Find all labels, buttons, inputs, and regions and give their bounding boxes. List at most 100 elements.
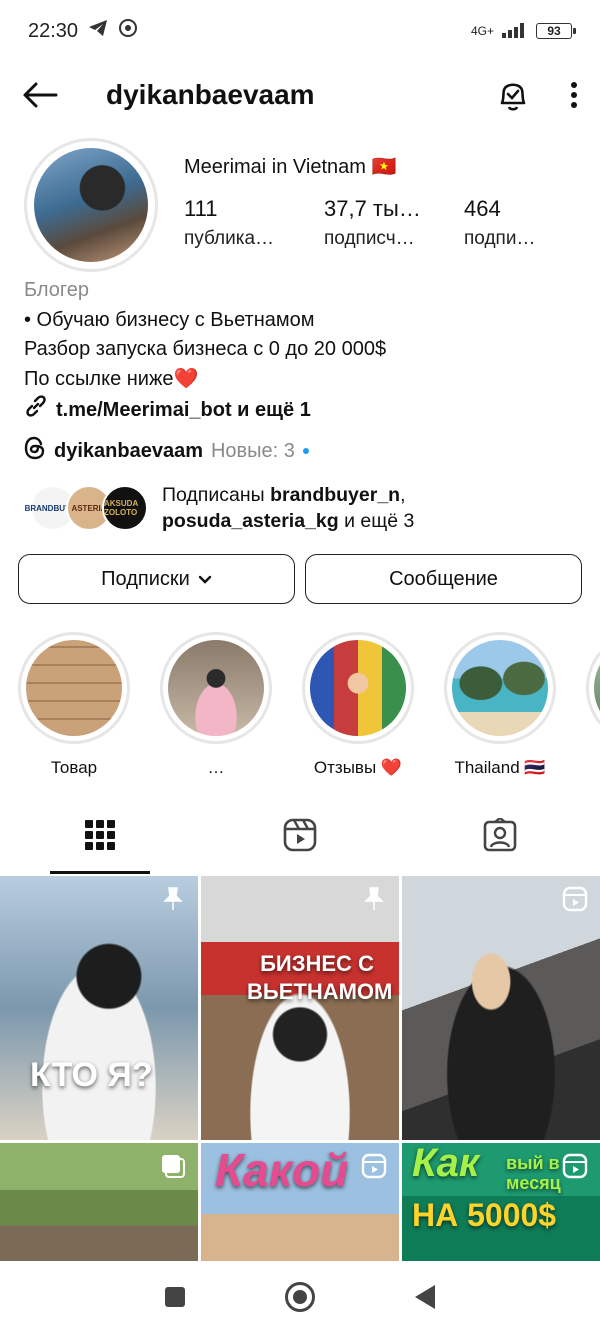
stat-following[interactable]: 464 подпи… [464,196,564,250]
highlight-item[interactable]: Товар [18,632,130,782]
carousel-icon [160,1153,186,1179]
profile-tabs [0,800,600,874]
home-icon[interactable] [285,1282,315,1312]
tab-tagged[interactable] [400,800,600,874]
reels-icon [283,818,317,857]
stat-followers-label: подписч… [324,228,415,249]
notification-app-icon [118,18,138,44]
message-button-label: Сообщение [389,567,498,590]
pin-icon [361,886,387,912]
post-thumbnail[interactable]: Какой [201,1143,399,1261]
post-caption: Какой [215,1144,349,1196]
status-bar: 22:30 4G+ 93 [0,0,600,62]
post-caption: Как [412,1143,480,1185]
stat-followers-value: 37,7 ты… [324,196,421,221]
threads-badge[interactable]: dyikanbaevaam Новые: 3 [24,436,309,466]
bio-line: • Обучаю бизнесу с Вьетнамом [24,308,315,331]
highlight-cover [310,640,406,736]
tab-reels[interactable] [200,800,400,874]
highlight-item[interactable]: Отзывы ❤️ [302,632,414,782]
followed-suffix: и ещё 3 [338,510,415,532]
post-caption: КТО Я? [30,1056,153,1094]
chevron-down-icon [198,568,212,591]
mini-avatar: AKSUDA ZOLOTO [102,485,148,531]
followed-name-1: brandbuyer_n [270,484,401,506]
highlight-item[interactable]: Сю [586,632,600,782]
highlight-cover [26,640,122,736]
reel-icon [562,1153,588,1179]
back-triangle-icon[interactable] [415,1285,435,1309]
bio-line: По ссылке ниже❤️ [24,367,199,390]
followed-prefix: Подписаны [162,484,271,506]
highlight-label: Thailand 🇹🇭 [454,758,546,777]
followed-sep: , [400,484,406,506]
bio-category: Блогер [24,279,90,301]
notification-bell-icon[interactable] [496,77,530,113]
highlight-cover [168,640,264,736]
followed-name-2: posuda_asteria_kg [162,510,339,532]
back-arrow-icon[interactable] [22,81,58,109]
tab-posts-grid[interactable] [0,800,200,874]
post-thumbnail[interactable]: КТО Я? [0,876,198,1140]
battery-icon: 93 [536,23,576,39]
highlight-label: Отзывы ❤️ [313,758,403,777]
telegram-icon [88,19,108,43]
stat-following-value: 464 [464,196,501,221]
stat-following-label: подпи… [464,228,536,249]
highlight-item[interactable]: Thailand 🇹🇭 [444,632,556,782]
highlight-ring [160,632,272,744]
pin-icon [160,886,186,912]
followed-by-text: Подписаны brandbuyer_n, posuda_asteria_k… [162,482,414,534]
grid-icon [85,819,115,855]
signal-icon [502,22,528,41]
bio-link[interactable]: t.me/Meerimai_bot и ещё 1 [24,394,584,428]
status-time: 22:30 [28,19,79,42]
bio-link-text: t.me/Meerimai_bot и ещё 1 [56,399,311,421]
post-thumbnail[interactable]: Как вый в месяц НА 5000$ [402,1143,600,1261]
profile-avatar[interactable] [34,148,148,262]
profile-avatar-ring[interactable] [24,138,158,272]
post-thumbnail[interactable]: БИЗНЕС С ВЬЕТНАМОМ [201,876,399,1140]
profile-top-bar: dyikanbaevaam [0,62,600,128]
recents-icon[interactable] [165,1287,185,1307]
post-thumbnail[interactable] [0,1143,198,1261]
highlight-label: Товар [50,758,98,777]
reel-icon [361,1153,387,1179]
post-thumbnail[interactable] [402,876,600,1140]
profile-display-name: Meerimai in Vietnam 🇻🇳 [184,156,397,178]
stat-posts[interactable]: 111 публика… [184,196,284,250]
profile-username-title: dyikanbaevaam [106,79,315,110]
followed-by-row[interactable]: BRANDBUYER ASTERIA AKSUDA ZOLOTO Подписа… [25,482,590,534]
message-button[interactable]: Сообщение [305,554,582,604]
profile-bio: Блогер • Обучаю бизнесу с Вьетнамом Разб… [24,276,584,428]
posts-grid: КТО Я? БИЗНЕС С ВЬЕТНАМОМ Какой Как вый … [0,876,600,1261]
tagged-person-icon [483,815,517,857]
story-highlights: Товар … Отзывы ❤️ Thailand 🇹🇭 Сю [18,632,600,782]
new-dot-icon [302,448,309,454]
stat-posts-label: публика… [184,228,275,249]
threads-username: dyikanbaevaam [54,439,203,462]
following-button-label: Подписки [101,567,190,590]
network-label: 4G+ [470,24,494,38]
highlight-ring [18,632,130,744]
highlight-cover [594,640,600,736]
system-nav-bar [0,1262,600,1332]
profile-stats: 111 публика… 37,7 ты… подписч… 464 подпи… [184,196,564,250]
post-caption: БИЗНЕС С ВЬЕТНАМОМ [247,951,393,1004]
profile-header: Meerimai in Vietnam 🇻🇳 111 публика… 37,7… [24,138,584,272]
more-options-icon[interactable] [570,81,578,109]
highlight-item[interactable]: … [160,632,272,782]
stat-followers[interactable]: 37,7 ты… подписч… [324,196,424,250]
profile-actions: Подписки Сообщение [18,554,582,604]
threads-icon [24,436,46,466]
stat-posts-value: 111 [184,196,218,221]
following-button[interactable]: Подписки [18,554,295,604]
highlight-ring [586,632,600,744]
link-icon [24,394,48,428]
highlight-label: … [207,758,225,777]
followed-by-avatars: BRANDBUYER ASTERIA AKSUDA ZOLOTO [25,483,154,533]
highlight-ring [302,632,414,744]
reel-icon [562,886,588,912]
post-caption: НА 5000$ [412,1197,557,1233]
bio-line: Разбор запуска бизнеса с 0 до 20 000$ [24,338,387,360]
